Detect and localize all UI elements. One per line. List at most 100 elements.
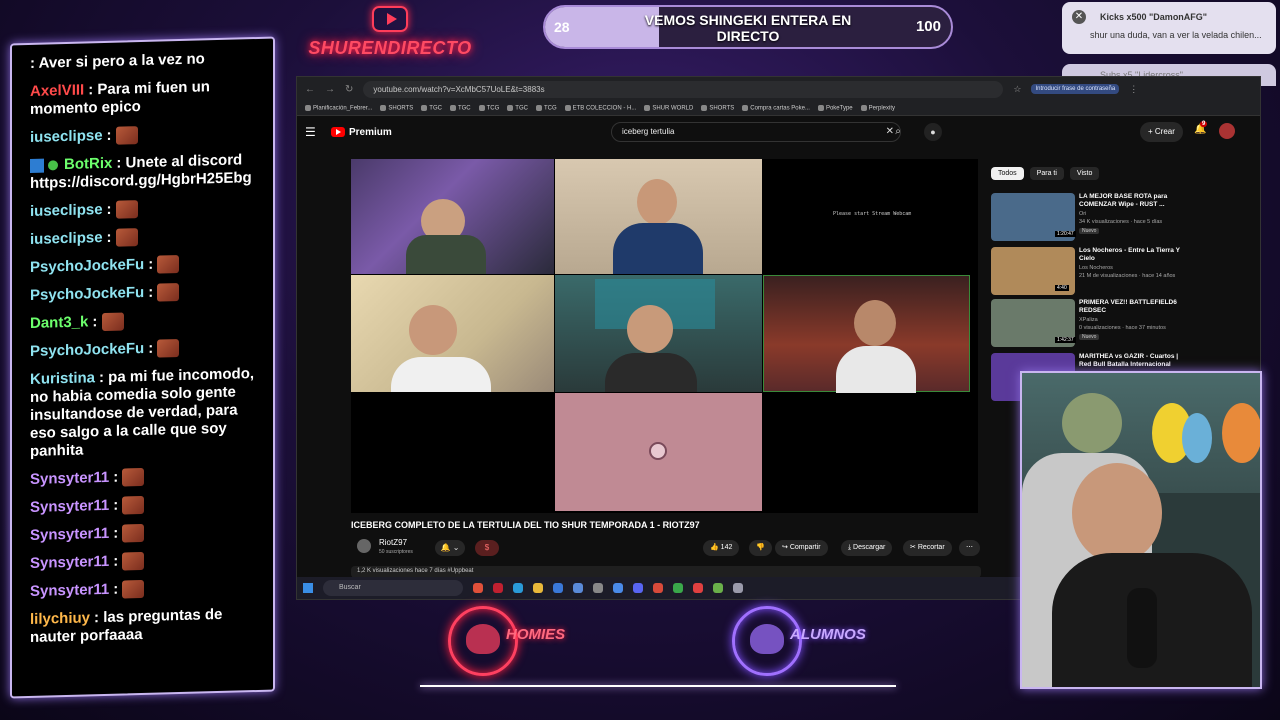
recommended-title[interactable]: PRIMERA VEZ!! BATTLEFIELD6 REDSEC [1079, 299, 1181, 315]
chat-username[interactable]: iuseclipse [30, 229, 103, 248]
avatar[interactable] [1219, 123, 1235, 139]
recommended-channel[interactable]: XPaliza [1079, 317, 1098, 324]
recommended-title[interactable]: MARITHEA vs GAZIR - Cuartos | Red Bull B… [1079, 353, 1181, 369]
chat-text: : [106, 126, 112, 144]
store-icon[interactable] [553, 583, 563, 593]
bookmark-item[interactable]: TGC [449, 104, 471, 111]
channel-avatar[interactable] [357, 539, 371, 553]
chat-username[interactable]: lilychiuy [30, 610, 90, 629]
chat-message: Dant3_k: [30, 309, 263, 333]
bookmark-item[interactable]: SHORTS [701, 104, 734, 111]
settings-icon[interactable] [593, 583, 603, 593]
chat-username[interactable]: PsychoJockeFu [30, 256, 144, 276]
star-icon[interactable]: ☆ [1013, 84, 1021, 95]
like-button[interactable]: 👍 142 [703, 540, 740, 556]
download-button[interactable]: ⤓ Descargar [841, 540, 893, 556]
windows-start-icon[interactable] [303, 583, 313, 593]
recommended-video[interactable]: 4:40 Los Nocheros - Entre La Tierra Y Cie… [991, 247, 1181, 297]
chat-username[interactable]: Synsyter11 [30, 581, 109, 600]
taskbar-search[interactable]: Buscar [323, 580, 463, 596]
chat-username[interactable]: PsychoJockeFu [30, 340, 144, 360]
app-icon[interactable] [573, 583, 583, 593]
chat-username[interactable]: Dant3_k [30, 314, 88, 333]
more-actions-button[interactable]: ⋯ [959, 540, 980, 556]
emote-icon [115, 126, 138, 145]
back-icon[interactable]: ← [305, 84, 315, 95]
clip-button[interactable]: ✂ Recortar [903, 540, 952, 556]
recommended-channel[interactable]: Los Nocheros [1079, 265, 1113, 272]
recommended-title[interactable]: Los Nocheros - Entre La Tierra Y Cielo [1079, 247, 1181, 263]
bookmark-item[interactable]: Perplexity [860, 104, 895, 111]
chat-username[interactable]: Synsyter11 [30, 525, 109, 544]
chat-username[interactable]: Kuristina [30, 369, 95, 388]
chat-username[interactable]: Synsyter11 [30, 469, 109, 488]
close-icon[interactable]: ✕ [1072, 10, 1086, 24]
recommended-video[interactable]: 1:42:37 PRIMERA VEZ!! BATTLEFIELD6 REDSEC… [991, 299, 1181, 349]
bookmark-item[interactable]: PokeType [817, 104, 853, 111]
chat-text: : [113, 580, 119, 599]
recommended-channel[interactable]: Ori [1079, 211, 1086, 218]
chrome-icon[interactable] [613, 583, 623, 593]
create-button[interactable]: + Crear [1140, 122, 1183, 142]
address-input[interactable]: youtube.com/watch?v=XcMbC57UoLE&t=3883s [363, 80, 1004, 98]
video-player[interactable]: Please start Stream Webcam [351, 159, 978, 513]
filter-chip[interactable]: Todos [991, 167, 1024, 180]
channel-name[interactable]: RiotZ97 [379, 538, 407, 547]
app2-icon[interactable] [653, 583, 663, 593]
goal-title: VEMOS SHINGEKI ENTERA EN DIRECTO [644, 12, 852, 44]
clip-label: Recortar [917, 544, 945, 551]
microphone-icon[interactable]: ● [924, 123, 942, 141]
notifications-bell-icon[interactable]: 🔔 9 [1194, 121, 1208, 135]
brave-icon[interactable] [473, 583, 483, 593]
subscribe-bell-button[interactable]: 🔔 ⌄ [435, 540, 465, 556]
password-prompt[interactable]: Introducir frase de contraseña [1031, 84, 1120, 94]
reload-icon[interactable]: ↻ [345, 84, 353, 95]
chat-username[interactable]: AxelVIII [30, 82, 84, 100]
youtube-logo[interactable]: Premium [331, 127, 392, 138]
edge-icon[interactable] [513, 583, 523, 593]
filter-chip[interactable]: Visto [1069, 167, 1100, 180]
bookmark-item[interactable]: TCG [535, 104, 557, 111]
bookmark-item[interactable]: TGC [507, 104, 528, 111]
recommended-video[interactable]: 1:20:47 LA MEJOR BASE ROTA para COMENZAR … [991, 193, 1181, 243]
chat-username[interactable]: iuseclipse [30, 127, 103, 146]
menu-icon[interactable]: ⋮ [1129, 84, 1138, 95]
search-icon[interactable]: ⌕ [887, 122, 909, 142]
hamburger-menu-icon[interactable]: ☰ [305, 125, 319, 139]
youtube-header: ☰ Premium iceberg tertulia ✕ ⌕ ● + Crear… [297, 116, 1260, 148]
chat-text: : [148, 339, 154, 358]
share-button[interactable]: ↪ Compartir [775, 540, 828, 556]
opera-icon[interactable] [493, 583, 503, 593]
chat-message: Kuristina: pa mi fue incomodo, no habia … [30, 365, 263, 461]
search-input[interactable]: iceberg tertulia ✕ [611, 122, 901, 142]
app5-icon[interactable] [733, 583, 743, 593]
discord-icon[interactable] [633, 583, 643, 593]
pokeball-icon[interactable] [693, 583, 703, 593]
recommended-meta: 0 visualizaciones · hace 37 minutos [1079, 325, 1166, 331]
folder-icon[interactable] [533, 583, 543, 593]
app3-icon[interactable] [673, 583, 683, 593]
app4-icon[interactable] [713, 583, 723, 593]
chat-panel[interactable]: : Aver si pero a la vez no AxelVIII: Para… [10, 36, 275, 699]
bookmark-icon [742, 104, 749, 111]
recommended-title[interactable]: LA MEJOR BASE ROTA para COMENZAR Wipe - … [1079, 193, 1181, 209]
chat-username[interactable]: Synsyter11 [30, 497, 109, 516]
bookmark-item[interactable]: TGC [421, 104, 442, 111]
filter-chip[interactable]: Para ti [1029, 167, 1064, 180]
chat-username[interactable]: iuseclipse [30, 201, 103, 220]
bookmark-item[interactable]: Planificación_Febrer... [305, 104, 372, 111]
bookmark-item[interactable]: TCG [478, 104, 499, 111]
donate-icon[interactable]: $ [475, 540, 499, 556]
youtube-logo-icon [331, 127, 345, 137]
bookmark-item[interactable]: SHUR WORLD [644, 104, 693, 111]
bookmark-icon [305, 104, 311, 111]
dislike-button[interactable]: 👎 [749, 540, 772, 556]
filter-chips: Todos Para ti Visto [991, 167, 1100, 180]
chat-username[interactable]: Synsyter11 [30, 553, 109, 572]
chat-username[interactable]: BotRix [64, 155, 112, 173]
bookmark-item[interactable]: Compra cartas Poke... [742, 104, 810, 111]
chat-username[interactable]: PsychoJockeFu [30, 284, 144, 304]
forward-icon[interactable]: → [325, 84, 335, 95]
bookmark-item[interactable]: SHORTS [380, 104, 413, 111]
bookmark-item[interactable]: ETB COLECCION - H... [564, 104, 636, 111]
